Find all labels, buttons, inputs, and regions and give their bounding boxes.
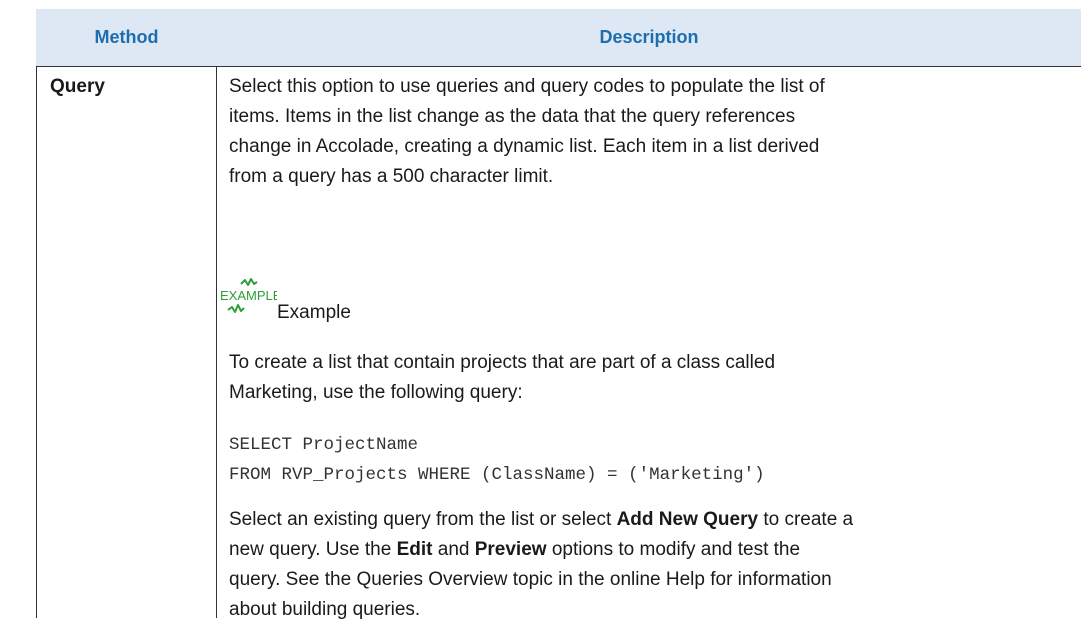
description-line: change in Accolade, creating a dynamic l…: [229, 136, 820, 157]
example-label: Example: [277, 302, 351, 323]
left-border: [36, 66, 37, 618]
column-header-method: Method: [94, 27, 159, 47]
table-header-row: Method Description: [36, 9, 1081, 66]
example-text-line: Marketing, use the following query:: [229, 382, 523, 403]
description-line: items. Items in the list change as the d…: [229, 106, 796, 127]
row-top-border: [36, 66, 1081, 67]
code-line: SELECT ProjectName: [229, 435, 419, 455]
column-divider: [216, 66, 217, 618]
outro-line: new query. Use the Edit and Preview opti…: [229, 535, 1069, 565]
outro-text: options to modify and test the: [546, 539, 801, 560]
example-text-line: To create a list that contain projects t…: [229, 352, 776, 373]
column-header-description: Description: [599, 27, 699, 47]
edit-term: Edit: [396, 539, 433, 560]
outro-line: about building queries.: [229, 599, 421, 620]
example-icon-text: EXAMPLE: [220, 288, 277, 303]
method-table: Method Description Query Select this opt…: [0, 0, 1081, 620]
outro-line: Select an existing query from the list o…: [229, 505, 1069, 535]
description-line: Select this option to use queries and qu…: [229, 76, 825, 97]
outro-text: new query. Use the: [229, 539, 397, 560]
outro-text: Select an existing query from the list o…: [229, 509, 617, 530]
add-new-query-term: Add New Query: [616, 509, 759, 530]
outro-text: to create a: [758, 509, 854, 530]
preview-term: Preview: [474, 539, 547, 560]
description-line: from a query has a 500 character limit.: [229, 166, 554, 187]
code-line: FROM RVP_Projects WHERE (ClassName) = ('…: [229, 465, 765, 485]
method-cell-query: Query: [50, 76, 105, 97]
outro-text: and: [432, 539, 475, 560]
example-icon: EXAMPLE: [220, 278, 277, 313]
outro-line: query. See the Queries Overview topic in…: [229, 569, 832, 590]
